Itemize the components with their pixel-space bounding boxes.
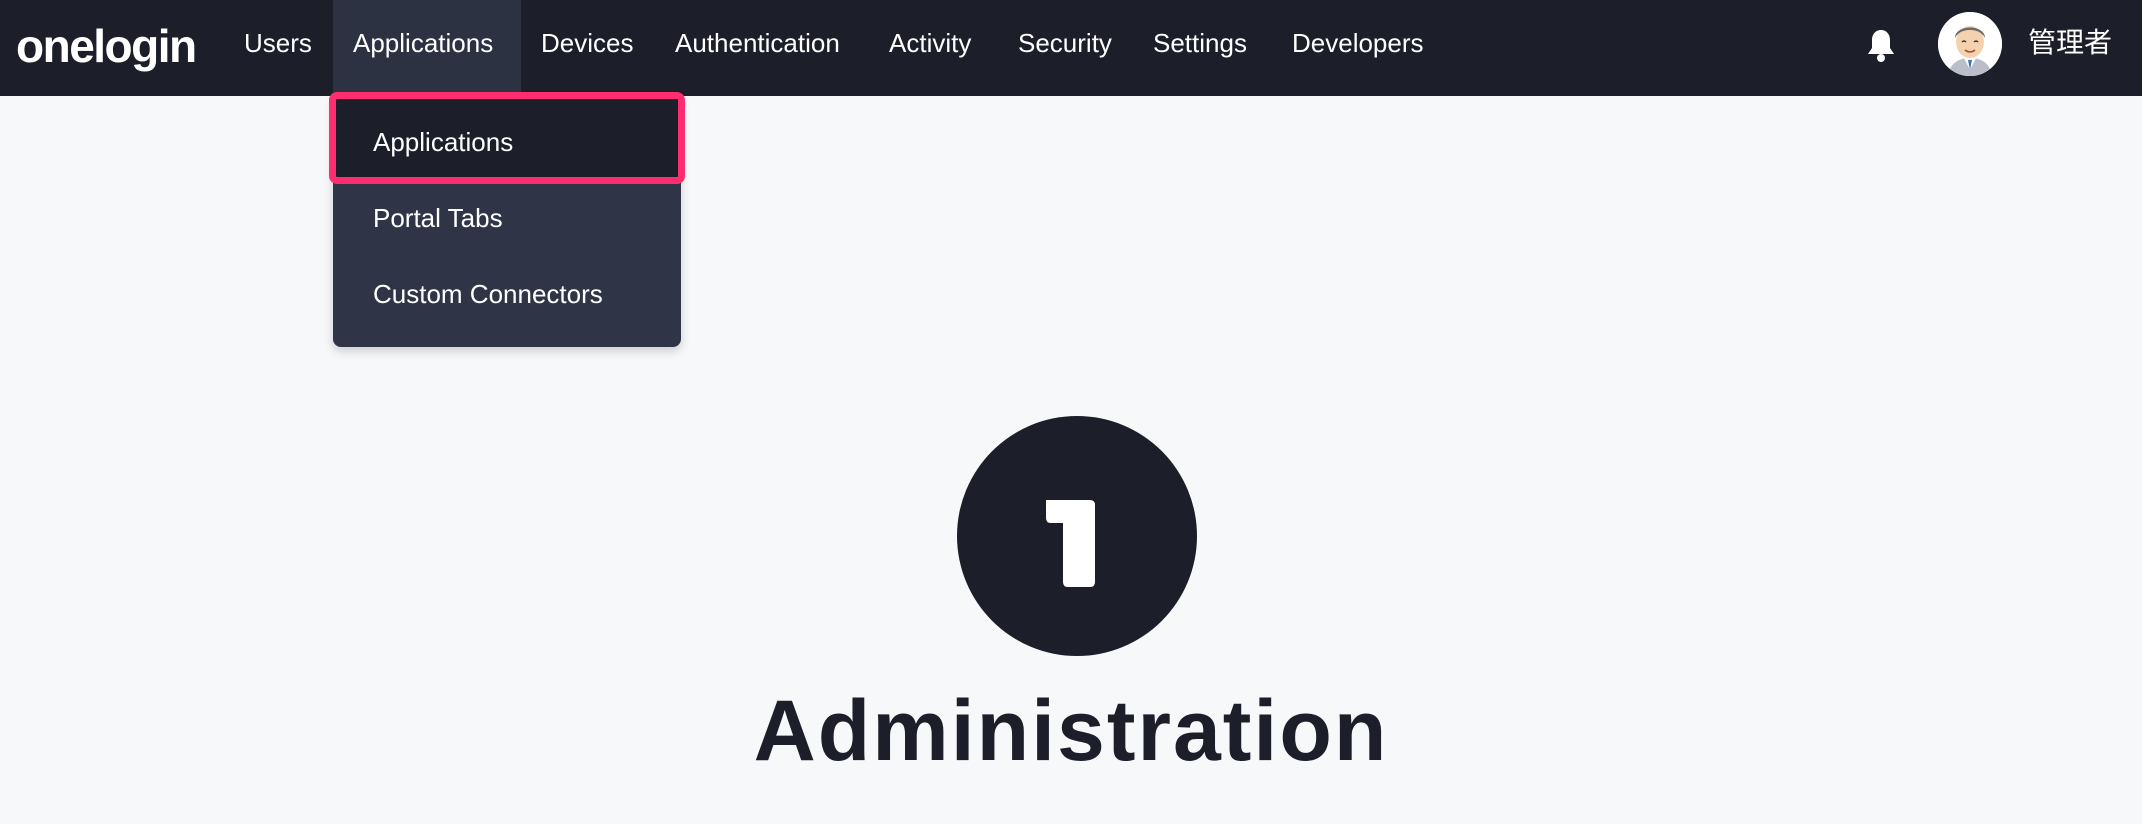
nav-users[interactable]: Users <box>224 0 332 96</box>
page-title: Administration <box>753 683 1389 779</box>
nav-authentication[interactable]: Authentication <box>655 0 860 96</box>
top-navbar: onelogin Users Applications Devices Auth… <box>0 0 2142 96</box>
nav-developers[interactable]: Developers <box>1272 0 1444 96</box>
bell-icon[interactable] <box>1866 28 1896 62</box>
onelogin-logo[interactable]: onelogin <box>16 14 197 78</box>
dropdown-item-applications[interactable]: Applications <box>329 92 685 184</box>
nav-settings[interactable]: Settings <box>1133 0 1267 96</box>
nav-activity[interactable]: Activity <box>869 0 991 96</box>
nav-devices[interactable]: Devices <box>521 0 653 96</box>
dropdown-item-custom-connectors[interactable]: Custom Connectors <box>333 256 681 332</box>
nav-security[interactable]: Security <box>998 0 1132 96</box>
user-name[interactable]: 管理者 <box>2028 0 2112 86</box>
dropdown-item-portal-tabs[interactable]: Portal Tabs <box>333 180 681 256</box>
onelogin-1-icon <box>957 416 1197 656</box>
nav-applications[interactable]: Applications <box>333 0 521 96</box>
applications-dropdown-menu: Applications Portal Tabs Custom Connecto… <box>329 92 685 347</box>
user-avatar[interactable] <box>1938 12 2002 76</box>
